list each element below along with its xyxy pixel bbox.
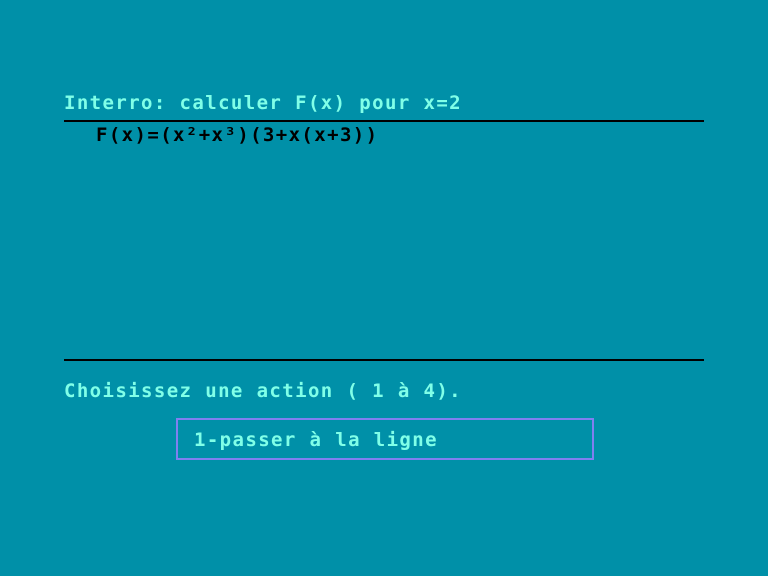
action-option-label: 1-passer à la ligne [194, 429, 438, 451]
action-prompt: Choisissez une action ( 1 à 4). [64, 380, 463, 402]
formula-text: F(x)=(x²+x³)(3+x(x+3)) [96, 124, 379, 146]
bottom-divider [64, 359, 704, 361]
top-divider [64, 120, 704, 122]
action-option-selected[interactable]: 1-passer à la ligne [176, 418, 594, 460]
quiz-title: Interro: calculer F(x) pour x=2 [64, 92, 463, 114]
